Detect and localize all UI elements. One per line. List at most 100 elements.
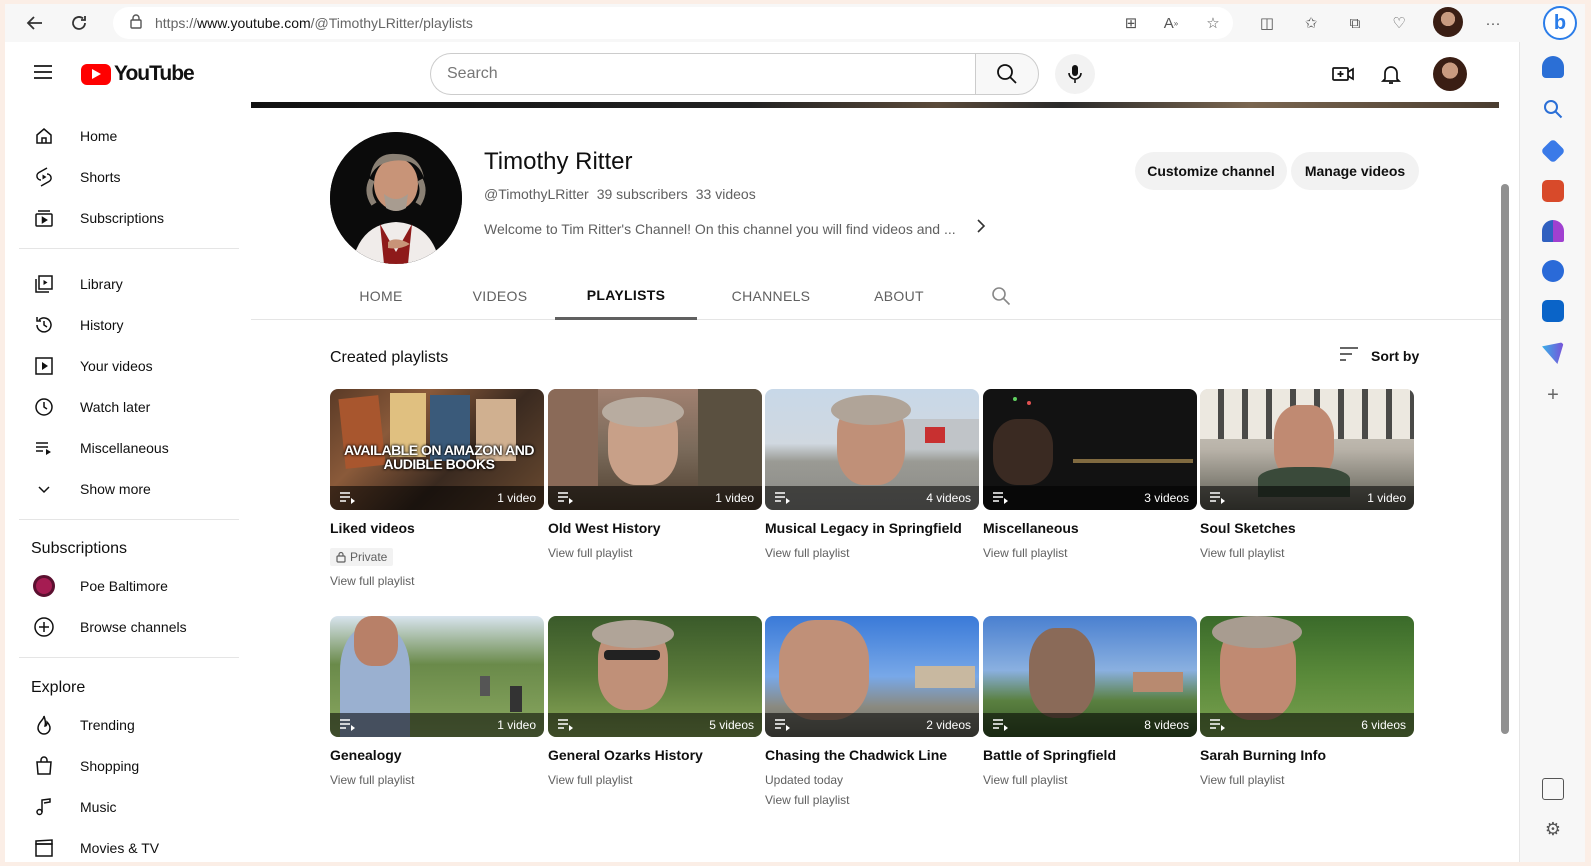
more-options-icon[interactable]: ··· [1479, 9, 1507, 37]
favorite-star-icon[interactable]: ☆ [1199, 9, 1227, 37]
sidebar-item-library[interactable]: Library [5, 264, 241, 304]
account-avatar[interactable] [1433, 57, 1467, 91]
games-icon[interactable] [1542, 220, 1564, 242]
playlist-title[interactable]: Genealogy [330, 747, 544, 765]
playlist-thumbnail[interactable]: 1 video [1200, 389, 1414, 510]
view-full-playlist-link[interactable]: View full playlist [548, 773, 762, 787]
notification-bell-icon[interactable] [1542, 56, 1564, 78]
playlist-thumbnail[interactable]: 8 videos [983, 616, 1197, 737]
address-bar[interactable]: https://www.youtube.com/@TimothyLRitter/… [113, 7, 1233, 39]
split-screen-icon[interactable]: ◫ [1253, 9, 1281, 37]
tab-home[interactable]: HOME [333, 272, 429, 320]
notifications-bell-icon[interactable] [1379, 62, 1403, 86]
channel-search-icon[interactable] [981, 272, 1021, 320]
collections-icon[interactable]: ⧉ [1341, 9, 1369, 37]
view-full-playlist-link[interactable]: View full playlist [765, 546, 979, 560]
playlist-card[interactable]: 2 videos Chasing the Chadwick Line Updat… [765, 616, 979, 807]
playlist-thumbnail[interactable]: 1 video [548, 389, 762, 510]
youtube-logo[interactable]: YouTube [81, 62, 195, 86]
playlist-thumbnail[interactable]: 3 videos [983, 389, 1197, 510]
sidebar-item-watch-later[interactable]: Watch later [5, 387, 241, 427]
sidebar-item-home[interactable]: Home [5, 116, 241, 156]
playlist-thumbnail[interactable]: 4 videos [765, 389, 979, 510]
playlist-card[interactable]: 1 video Soul Sketches View full playlist [1200, 389, 1414, 560]
tab-about[interactable]: ABOUT [849, 272, 949, 320]
sidebar-item-poe-baltimore[interactable]: Poe Baltimore [5, 566, 241, 606]
hide-sidebar-icon[interactable] [1542, 778, 1564, 800]
playlist-card[interactable]: 1 video Genealogy View full playlist [330, 616, 544, 787]
playlist-title[interactable]: Soul Sketches [1200, 520, 1414, 538]
playlist-card[interactable]: 4 videos Musical Legacy in Springfield V… [765, 389, 979, 560]
channel-handle: @TimothyLRitter [484, 186, 589, 202]
sidebar-item-browse-channels[interactable]: Browse channels [5, 607, 241, 647]
sort-by-button[interactable]: Sort by [1339, 346, 1419, 365]
customize-channel-button[interactable]: Customize channel [1135, 152, 1287, 190]
channel-avatar-large[interactable] [330, 132, 462, 264]
playlist-title[interactable]: Liked videos [330, 520, 544, 538]
voice-search-button[interactable] [1055, 54, 1095, 94]
page-scrollbar[interactable] [1501, 184, 1509, 734]
playlist-card[interactable]: 3 videos Miscellaneous View full playlis… [983, 389, 1197, 560]
bing-copilot-button[interactable]: b [1543, 6, 1577, 40]
add-icon[interactable]: + [1542, 384, 1564, 406]
sidebar-item-movies-tv[interactable]: Movies & TV [5, 828, 241, 862]
playlist-title[interactable]: Battle of Springfield [983, 747, 1197, 765]
playlist-thumbnail[interactable]: 2 videos [765, 616, 979, 737]
view-full-playlist-link[interactable]: View full playlist [330, 574, 544, 588]
playlist-card[interactable]: AVAILABLE ON AMAZON AND AUDIBLE BOOKS 1 … [330, 389, 544, 588]
microsoft-365-icon[interactable] [1542, 260, 1564, 282]
playlist-title[interactable]: Chasing the Chadwick Line [765, 747, 979, 765]
playlist-title[interactable]: General Ozarks History [548, 747, 762, 765]
playlist-thumbnail[interactable]: AVAILABLE ON AMAZON AND AUDIBLE BOOKS 1 … [330, 389, 544, 510]
view-full-playlist-link[interactable]: View full playlist [1200, 773, 1414, 787]
search-button[interactable] [975, 53, 1039, 95]
view-full-playlist-link[interactable]: View full playlist [1200, 546, 1414, 560]
sidebar-item-your-videos[interactable]: Your videos [5, 346, 241, 386]
sidebar-item-subscriptions[interactable]: Subscriptions [5, 198, 241, 238]
view-full-playlist-link[interactable]: View full playlist [983, 773, 1197, 787]
playlist-title[interactable]: Old West History [548, 520, 762, 538]
outlook-icon[interactable] [1542, 300, 1564, 322]
refresh-icon[interactable] [65, 9, 93, 37]
sidebar-item-shorts[interactable]: Shorts [5, 157, 241, 197]
sidebar-item-show-more[interactable]: Show more [5, 469, 241, 509]
tab-playlists[interactable]: PLAYLISTS [555, 272, 697, 320]
playlist-card[interactable]: 5 videos General Ozarks History View ful… [548, 616, 762, 787]
sidebar-item-miscellaneous[interactable]: Miscellaneous [5, 428, 241, 468]
browser-essentials-icon[interactable]: ♡ [1385, 9, 1413, 37]
back-icon[interactable] [21, 9, 49, 37]
tools-briefcase-icon[interactable] [1542, 180, 1564, 202]
tab-videos[interactable]: VIDEOS [447, 272, 553, 320]
view-full-playlist-link[interactable]: View full playlist [765, 793, 979, 807]
sidebar-item-history[interactable]: History [5, 305, 241, 345]
search-input[interactable]: Search [430, 53, 975, 95]
playlist-card[interactable]: 8 videos Battle of Springfield View full… [983, 616, 1197, 787]
hamburger-menu-icon[interactable] [31, 60, 55, 84]
read-aloud-icon[interactable]: A» [1157, 9, 1185, 37]
settings-gear-icon[interactable]: ⚙ [1542, 818, 1564, 840]
search-icon[interactable] [1542, 98, 1564, 120]
playlist-thumbnail[interactable]: 1 video [330, 616, 544, 737]
manage-videos-button[interactable]: Manage videos [1291, 152, 1419, 190]
create-video-icon[interactable] [1331, 62, 1355, 86]
browser-profile-avatar[interactable] [1433, 7, 1463, 37]
channel-description[interactable]: Welcome to Tim Ritter's Channel! On this… [484, 219, 986, 238]
view-full-playlist-link[interactable]: View full playlist [330, 773, 544, 787]
playlist-card[interactable]: 6 videos Sarah Burning Info View full pl… [1200, 616, 1414, 787]
playlist-thumbnail[interactable]: 6 videos [1200, 616, 1414, 737]
shopping-tag-icon[interactable] [1540, 138, 1566, 164]
playlist-thumbnail[interactable]: 5 videos [548, 616, 762, 737]
playlist-title[interactable]: Musical Legacy in Springfield [765, 520, 979, 538]
playlist-title[interactable]: Sarah Burning Info [1200, 747, 1414, 765]
sidebar-item-trending[interactable]: Trending [5, 705, 241, 745]
favorites-icon[interactable]: ✩ [1297, 9, 1325, 37]
tab-channels[interactable]: CHANNELS [711, 272, 831, 320]
sidebar-item-shopping[interactable]: Shopping [5, 746, 241, 786]
sidebar-item-music[interactable]: Music [5, 787, 241, 827]
playlist-title[interactable]: Miscellaneous [983, 520, 1197, 538]
view-full-playlist-link[interactable]: View full playlist [983, 546, 1197, 560]
apps-icon[interactable]: ⊞ [1117, 9, 1145, 37]
drop-icon[interactable] [1542, 342, 1564, 364]
view-full-playlist-link[interactable]: View full playlist [548, 546, 762, 560]
playlist-card[interactable]: 1 video Old West History View full playl… [548, 389, 762, 560]
